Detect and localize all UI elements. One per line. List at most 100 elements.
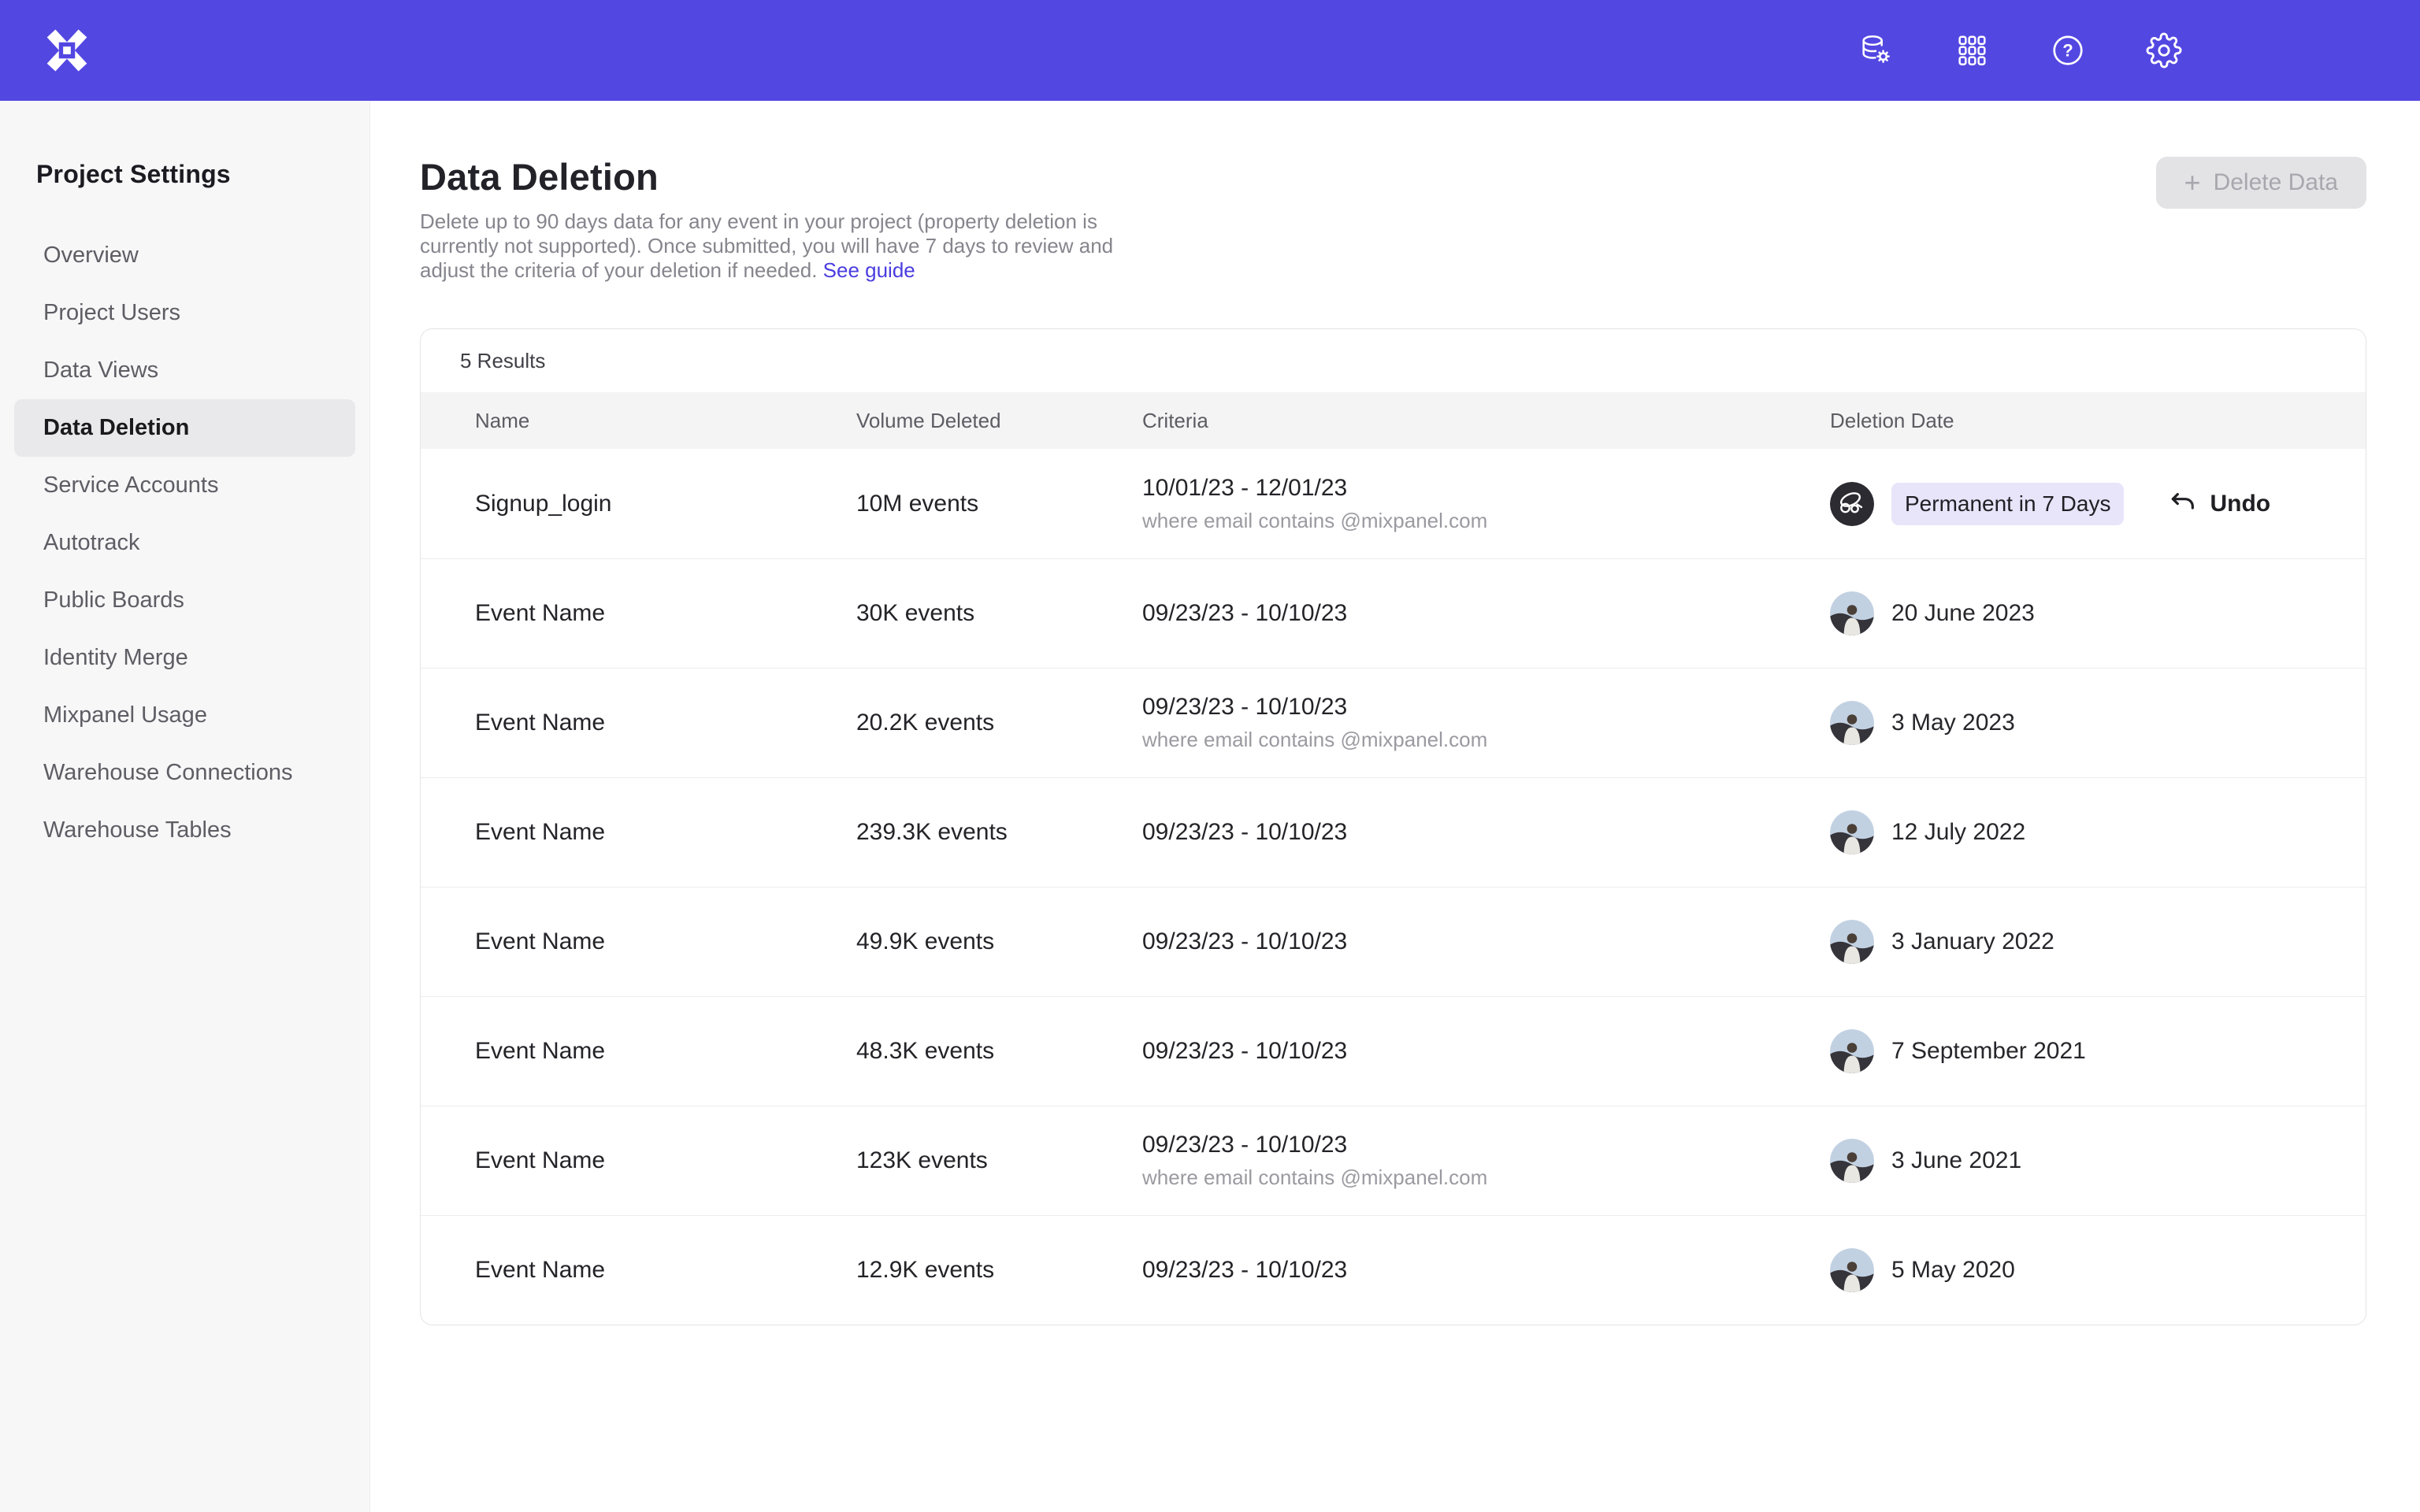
cell-volume-deleted: 48.3K events	[856, 1038, 1142, 1065]
cell-event-name: Event Name	[475, 819, 856, 846]
mixpanel-logo-icon	[46, 29, 88, 72]
cell-criteria: 09/23/23 - 10/10/23	[1142, 928, 1830, 955]
criteria-date-range: 09/23/23 - 10/10/23	[1142, 819, 1830, 846]
cell-event-name: Event Name	[475, 1038, 856, 1065]
deletion-date-text: 12 July 2022	[1891, 819, 2025, 846]
data-settings-icon[interactable]	[1856, 31, 1895, 70]
cell-event-name: Event Name	[475, 710, 856, 736]
cell-deletion-date: Permanent in 7 Days Undo	[1830, 482, 2366, 526]
cell-deletion-date: 3 May 2023	[1830, 701, 2366, 745]
deletion-date-text: 3 May 2023	[1891, 710, 2015, 736]
criteria-filter: where email contains @mixpanel.com	[1142, 509, 1830, 533]
cell-volume-deleted: 239.3K events	[856, 819, 1142, 846]
criteria-filter: where email contains @mixpanel.com	[1142, 1166, 1830, 1190]
photo-avatar	[1830, 1139, 1874, 1183]
criteria-date-range: 09/23/23 - 10/10/23	[1142, 928, 1830, 955]
settings-gear-icon[interactable]	[2144, 31, 2184, 70]
cell-criteria: 09/23/23 - 10/10/23	[1142, 819, 1830, 846]
apps-grid-icon[interactable]	[1952, 31, 1991, 70]
sidebar-nav: OverviewProject UsersData ViewsData Dele…	[0, 227, 369, 859]
sidebar-item-public-boards[interactable]: Public Boards	[14, 572, 355, 629]
mixpanel-logo[interactable]	[44, 28, 90, 73]
delete-data-button[interactable]: + Delete Data	[2156, 157, 2366, 209]
cell-event-name: Event Name	[475, 600, 856, 627]
page-description: Delete up to 90 days data for any event …	[420, 209, 1125, 283]
cell-event-name: Event Name	[475, 1147, 856, 1174]
cell-volume-deleted: 30K events	[856, 600, 1142, 627]
photo-avatar	[1830, 701, 1874, 745]
delete-data-button-label: Delete Data	[2214, 169, 2338, 196]
deletion-date-text: 20 June 2023	[1891, 600, 2035, 627]
plus-icon: +	[2184, 169, 2201, 197]
page-title: Data Deletion	[420, 155, 1125, 198]
sidebar-item-autotrack[interactable]: Autotrack	[14, 514, 355, 572]
page-description-text: Delete up to 90 days data for any event …	[420, 209, 1113, 282]
photo-avatar	[1830, 591, 1874, 636]
topbar-actions: ?	[1856, 31, 2184, 70]
cell-event-name: Event Name	[475, 928, 856, 955]
table-row: Event Name49.9K events09/23/23 - 10/10/2…	[421, 887, 2366, 996]
deletion-date-text: 7 September 2021	[1891, 1038, 2086, 1065]
cell-criteria: 09/23/23 - 10/10/23	[1142, 1038, 1830, 1065]
cell-deletion-date: 20 June 2023	[1830, 591, 2366, 636]
table-row: Event Name30K events09/23/23 - 10/10/23 …	[421, 558, 2366, 668]
sidebar: Project Settings OverviewProject UsersDa…	[0, 101, 370, 1512]
column-header-criteria: Criteria	[1142, 409, 1830, 433]
sidebar-item-overview[interactable]: Overview	[14, 227, 355, 284]
topbar: ?	[0, 0, 2420, 101]
svg-text:?: ?	[2062, 41, 2073, 61]
photo-avatar	[1830, 810, 1874, 854]
page-header: Data Deletion Delete up to 90 days data …	[420, 155, 2366, 283]
undo-icon	[2168, 488, 2199, 520]
sidebar-item-project-users[interactable]: Project Users	[14, 284, 355, 342]
sidebar-item-warehouse-tables[interactable]: Warehouse Tables	[14, 802, 355, 859]
deletions-table-card: 5 Results NameVolume DeletedCriteriaDele…	[420, 328, 2366, 1325]
main-content: Data Deletion Delete up to 90 days data …	[370, 101, 2420, 1512]
page-header-text: Data Deletion Delete up to 90 days data …	[420, 155, 1125, 283]
undo-button[interactable]: Undo	[2168, 488, 2270, 520]
cell-event-name: Signup_login	[475, 491, 856, 517]
sidebar-title: Project Settings	[36, 160, 369, 189]
criteria-date-range: 09/23/23 - 10/10/23	[1142, 694, 1830, 721]
permanent-badge: Permanent in 7 Days	[1891, 483, 2124, 525]
cell-volume-deleted: 12.9K events	[856, 1257, 1142, 1284]
cell-deletion-date: 12 July 2022	[1830, 810, 2366, 854]
criteria-date-range: 09/23/23 - 10/10/23	[1142, 1038, 1830, 1065]
see-guide-link[interactable]: See guide	[823, 258, 915, 282]
photo-avatar	[1830, 1029, 1874, 1073]
table-body: Signup_login10M events10/01/23 - 12/01/2…	[421, 449, 2366, 1325]
cell-deletion-date: 3 January 2022	[1830, 920, 2366, 964]
deletion-date-text: 3 January 2022	[1891, 928, 2054, 955]
cell-criteria: 09/23/23 - 10/10/23 where email contains …	[1142, 694, 1830, 752]
help-icon[interactable]: ?	[2048, 31, 2088, 70]
cell-criteria: 09/23/23 - 10/10/23	[1142, 600, 1830, 627]
criteria-date-range: 10/01/23 - 12/01/23	[1142, 475, 1830, 502]
cell-volume-deleted: 10M events	[856, 491, 1142, 517]
photo-avatar	[1830, 920, 1874, 964]
sidebar-item-warehouse-connections[interactable]: Warehouse Connections	[14, 744, 355, 802]
sidebar-item-service-accounts[interactable]: Service Accounts	[14, 457, 355, 514]
deletion-date-text: 5 May 2020	[1891, 1257, 2015, 1284]
deletion-date-text: 3 June 2021	[1891, 1147, 2021, 1174]
sidebar-item-identity-merge[interactable]: Identity Merge	[14, 629, 355, 687]
table-row: Event Name12.9K events09/23/23 - 10/10/2…	[421, 1215, 2366, 1325]
cell-criteria: 10/01/23 - 12/01/23 where email contains …	[1142, 475, 1830, 533]
cell-volume-deleted: 123K events	[856, 1147, 1142, 1174]
column-header-deletion-date: Deletion Date	[1830, 409, 2366, 433]
table-header-row: NameVolume DeletedCriteriaDeletion Date	[421, 392, 2366, 449]
cell-deletion-date: 5 May 2020	[1830, 1248, 2366, 1292]
cell-event-name: Event Name	[475, 1257, 856, 1284]
table-row: Event Name239.3K events09/23/23 - 10/10/…	[421, 777, 2366, 887]
column-header-name: Name	[475, 409, 856, 433]
table-row: Signup_login10M events10/01/23 - 12/01/2…	[421, 449, 2366, 558]
sidebar-item-data-deletion[interactable]: Data Deletion	[14, 399, 355, 457]
undo-label: Undo	[2210, 491, 2270, 517]
sidebar-item-data-views[interactable]: Data Views	[14, 342, 355, 399]
cell-volume-deleted: 49.9K events	[856, 928, 1142, 955]
criteria-date-range: 09/23/23 - 10/10/23	[1142, 1257, 1830, 1284]
results-count: 5 Results	[421, 329, 2366, 392]
criteria-date-range: 09/23/23 - 10/10/23	[1142, 600, 1830, 627]
sidebar-item-mixpanel-usage[interactable]: Mixpanel Usage	[14, 687, 355, 744]
illustrated-avatar	[1830, 482, 1874, 526]
criteria-filter: where email contains @mixpanel.com	[1142, 728, 1830, 752]
